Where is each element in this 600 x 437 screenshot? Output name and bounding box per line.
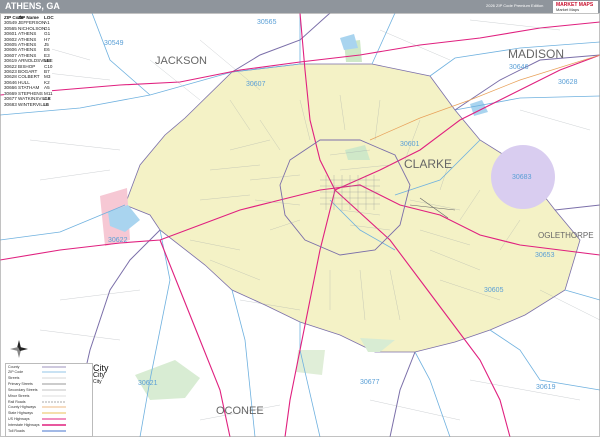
zip-label: 30628: [558, 79, 578, 86]
zip-label: 30549: [104, 40, 124, 47]
zip-label: 30653: [535, 252, 555, 259]
city-size-medium: City: [93, 372, 106, 379]
zip-label: 30677: [360, 379, 380, 386]
zip-label: 30622: [108, 237, 128, 244]
zip-code-table: ZIP Code ZIP Name LOC 30549 JEFFERSON A1 30…: [4, 15, 54, 107]
county-label-madison: MADISON: [508, 47, 564, 61]
edition-label: 2026 ZIP Code Premium Edition: [486, 3, 544, 8]
zip-label: 30607: [246, 81, 266, 88]
compass-rose-icon: [10, 340, 28, 358]
legend-swatches: [42, 366, 66, 432]
zip-label: 30565: [257, 19, 277, 26]
title-bar: ATHENS, GA 2026 ZIP Code Premium Edition…: [0, 0, 600, 13]
zip-label: 30601: [400, 141, 420, 148]
zip-name-cell: WINTERVILLE: [18, 101, 49, 107]
zip-label: 30683: [512, 174, 532, 181]
logo-subtext: Market Maps: [556, 7, 580, 12]
county-label-clarke: CLARKE: [404, 157, 452, 171]
city-size-large: City: [93, 363, 109, 373]
zip-label: 30646: [509, 64, 529, 71]
map-frame: ATHENS, GA 2026 ZIP Code Premium Edition…: [0, 0, 600, 437]
zip-code-cell: 30683: [4, 101, 17, 107]
park-area: [296, 350, 325, 375]
county-label-oglethorpe: OGLETHORPE: [538, 231, 594, 240]
county-label-oconee: OCONEE: [216, 405, 264, 417]
loc-cell: L6: [44, 101, 50, 107]
city-size-small: City: [93, 379, 102, 385]
zip-label: 30621: [138, 380, 158, 387]
market-maps-logo: MARKET MAPS Market Maps: [553, 1, 598, 13]
zip-label: 30605: [484, 287, 504, 294]
county-label-jackson: JACKSON: [155, 55, 207, 67]
city-size-legend: City City City: [93, 363, 115, 395]
zip-table-body: 30549 JEFFERSON A1 30565 NICHOLSON G1 30601 ATH…: [4, 20, 53, 107]
map-title: ATHENS, GA: [5, 1, 60, 11]
map-legend: County ZIP Code Streets Primary Streets …: [5, 363, 93, 437]
zip-label: 30619: [536, 384, 556, 391]
zip-table-row: 30683 WINTERVILLE L6: [4, 102, 52, 107]
